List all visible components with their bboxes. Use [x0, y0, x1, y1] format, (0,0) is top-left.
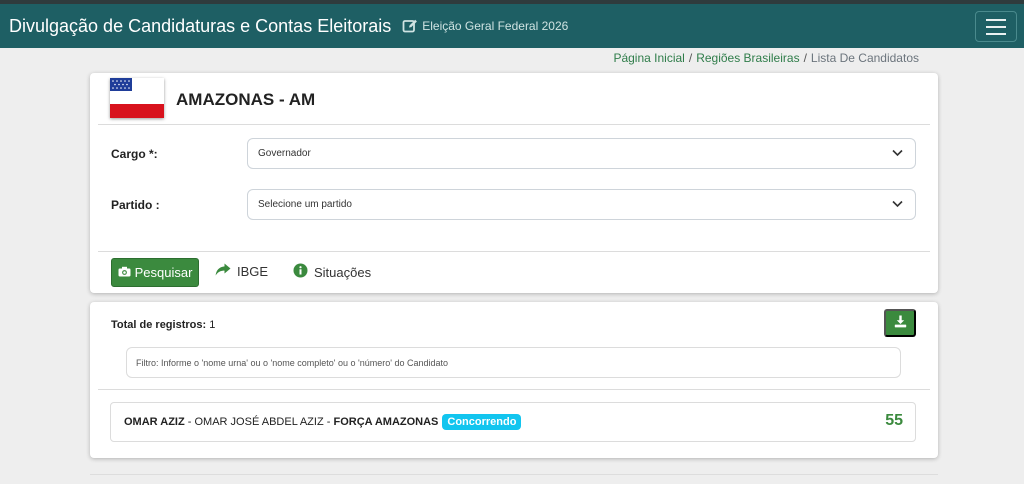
download-button[interactable] — [884, 309, 916, 337]
page-bottom-divider — [90, 474, 938, 475]
info-icon — [293, 263, 308, 281]
total-records: Total de registros: 1 — [111, 319, 215, 331]
election-name[interactable]: Eleição Geral Federal 2026 — [422, 19, 568, 33]
download-icon — [894, 315, 907, 331]
breadcrumb-regions[interactable]: Regiões Brasileiras — [696, 51, 799, 65]
situacoes-link[interactable]: Situações — [293, 263, 371, 281]
partido-select[interactable]: Selecione um partido — [247, 189, 916, 220]
search-button-label: Pesquisar — [134, 265, 193, 280]
candidate-party: FORÇA AMAZONAS — [333, 416, 439, 428]
candidate-full-name: OMAR JOSÉ ABDEL AZIZ — [194, 416, 324, 428]
partido-label: Partido : — [111, 198, 160, 212]
search-card: AMAZONAS - AM Cargo *: Governador Partid… — [90, 73, 938, 293]
breadcrumb-current: Lista De Candidatos — [810, 51, 919, 65]
divider — [98, 389, 930, 390]
search-button[interactable]: Pesquisar — [111, 258, 199, 287]
cargo-label: Cargo *: — [111, 147, 158, 161]
share-arrow-icon — [215, 263, 231, 280]
divider — [98, 124, 930, 125]
chevron-down-icon — [892, 149, 903, 160]
total-records-value: 1 — [209, 319, 216, 331]
name-separator: - — [326, 416, 331, 428]
name-separator: - — [187, 416, 192, 428]
candidate-number: 55 — [885, 412, 903, 429]
partido-select-value: Selecione um partido — [258, 199, 352, 210]
ibge-label: IBGE — [237, 264, 269, 279]
candidate-ballot-name: OMAR AZIZ — [124, 416, 185, 428]
situacoes-label: Situações — [314, 264, 372, 280]
breadcrumb-separator: / — [803, 51, 807, 65]
results-card: Total de registros: 1 Filtro: Informe o … — [90, 302, 938, 458]
amazonas-flag — [110, 78, 164, 118]
site-title[interactable]: Divulgação de Candidaturas e Contas Elei… — [9, 16, 391, 37]
total-records-label: Total de registros: — [111, 319, 207, 331]
candidate-row[interactable]: OMAR AZIZ - OMAR JOSÉ ABDEL AZIZ - FORÇA… — [110, 402, 916, 442]
hamburger-menu-icon[interactable] — [975, 11, 1017, 42]
chevron-down-icon — [892, 200, 903, 211]
cargo-select-value: Governador — [258, 148, 311, 159]
breadcrumb-separator: / — [688, 51, 693, 65]
breadcrumb-home[interactable]: Página Inicial — [613, 51, 684, 65]
camera-icon — [118, 265, 131, 280]
filter-input[interactable]: Filtro: Informe o 'nome urna' ou o 'nome… — [126, 347, 901, 378]
edit-icon[interactable] — [402, 18, 418, 34]
state-title: AMAZONAS - AM — [176, 90, 316, 109]
navbar: Divulgação de Candidaturas e Contas Elei… — [0, 4, 1024, 48]
divider — [98, 251, 930, 252]
status-badge: Concorrendo — [442, 414, 522, 430]
ibge-link[interactable]: IBGE — [215, 263, 268, 280]
cargo-select[interactable]: Governador — [247, 138, 916, 169]
breadcrumb: Página Inicial / Regiões Brasileiras / Lista… — [613, 51, 919, 65]
